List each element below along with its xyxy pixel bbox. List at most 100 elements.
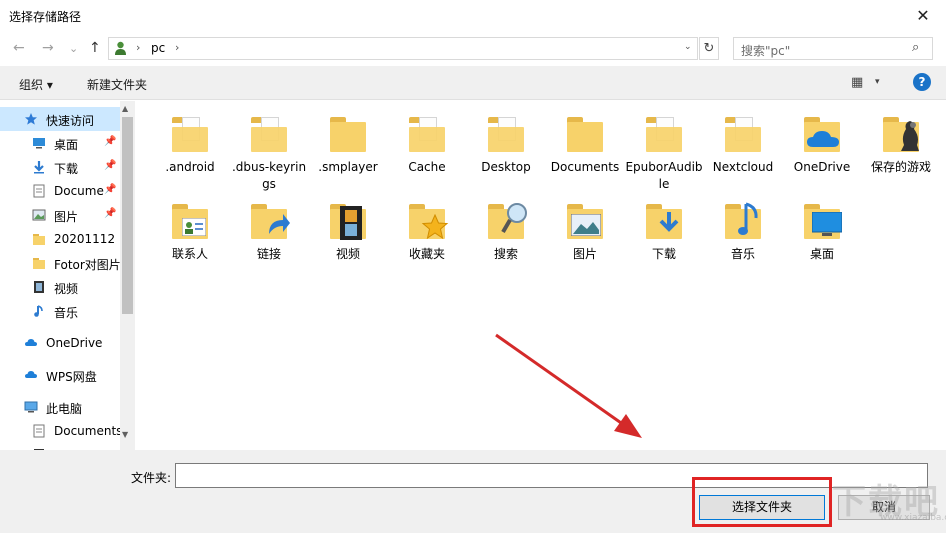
folder-icon (642, 111, 686, 157)
folder-icon (800, 111, 844, 157)
sidebar-item[interactable]: Docume 📌 (0, 179, 120, 203)
recent-locations-button[interactable]: ⌄ (69, 42, 78, 55)
folder-icon (484, 198, 528, 244)
document-icon (32, 184, 46, 198)
folder-icon (326, 111, 370, 157)
star-icon (24, 112, 38, 126)
sidebar-item[interactable]: 音乐 (0, 299, 120, 323)
folder-label: 搜索 (493, 247, 518, 261)
download-icon (32, 160, 46, 174)
sidebar-item-label: 音乐 (54, 306, 79, 320)
view-options-icon[interactable]: ▦ (851, 75, 863, 90)
folder-icon (247, 111, 291, 157)
folder-label: EpuborAudible (625, 160, 703, 191)
sidebar-item[interactable]: 图片 📌 (0, 203, 120, 227)
pin-icon: 📌 (104, 184, 117, 195)
breadcrumb-separator[interactable]: › (175, 41, 179, 54)
folder-label: Cache (408, 160, 446, 174)
folder-icon (326, 198, 370, 244)
folder-item[interactable]: Nextcloud (703, 111, 783, 176)
pin-icon: 📌 (104, 160, 117, 171)
up-button[interactable]: ↑ (89, 40, 101, 56)
sidebar-item-label: 图片 (54, 210, 79, 224)
sidebar-scroll-thumb[interactable] (122, 117, 133, 314)
sidebar-item[interactable]: 快速访问 (0, 107, 120, 131)
view-dropdown-icon[interactable]: ▾ (875, 77, 880, 87)
sidebar-item-label: Documents (54, 424, 123, 438)
search-input[interactable]: 搜索"pc" (741, 42, 790, 59)
sidebar-item[interactable]: 视频 (0, 443, 120, 450)
sidebar-item[interactable]: Fotor对图片 (0, 251, 121, 275)
sidebar-item[interactable]: Documents (0, 419, 123, 443)
close-button[interactable]: ✕ (903, 3, 943, 29)
cloud-icon (24, 368, 38, 382)
folder-label: 联系人 (171, 247, 208, 261)
folder-item[interactable]: 桌面 (782, 198, 862, 263)
folder-label: Documents (550, 160, 620, 174)
sidebar-item[interactable]: 下载 📌 (0, 155, 120, 179)
folder-icon (721, 111, 765, 157)
organize-menu[interactable]: 组织 ▾ (19, 76, 53, 93)
scroll-up-arrow[interactable]: ▲ (122, 104, 128, 113)
sidebar-item[interactable]: 视频 (0, 275, 120, 299)
folder-item[interactable]: OneDrive (782, 111, 862, 176)
sidebar-item[interactable]: OneDrive (0, 331, 120, 355)
user-folder-icon (115, 41, 126, 55)
watermark-url: www.xiazaiba.com (880, 513, 946, 523)
folder-item[interactable]: Cache (387, 111, 467, 176)
folder-item[interactable]: Desktop (466, 111, 546, 176)
folder-label: 收藏夹 (408, 247, 445, 261)
folder-item[interactable]: 音乐 (703, 198, 783, 263)
folder-item[interactable]: Documents (545, 111, 625, 176)
scroll-down-arrow[interactable]: ▼ (122, 430, 128, 439)
window-title: 选择存储路径 (9, 10, 82, 24)
back-button[interactable]: ← (13, 40, 25, 56)
new-folder-button[interactable]: 新建文件夹 (87, 76, 147, 93)
folder-item[interactable]: 图片 (545, 198, 625, 263)
sidebar-item-label: 此电脑 (46, 402, 83, 416)
folder-icon (484, 111, 528, 157)
sidebar-item-label: WPS网盘 (46, 370, 97, 384)
folder-item[interactable]: 搜索 (466, 198, 546, 263)
folder-label: 保存的游戏 (870, 160, 931, 174)
folder-item[interactable]: 联系人 (150, 198, 230, 263)
address-bar[interactable]: › pc › ⌄ (108, 37, 698, 60)
folder-label: 桌面 (809, 247, 834, 261)
folder-item[interactable]: 下载 (624, 198, 704, 263)
sidebar-item[interactable]: 此电脑 (0, 395, 120, 419)
sidebar-item[interactable]: WPS网盘 (0, 363, 120, 387)
forward-button[interactable]: → (42, 40, 54, 56)
address-dropdown-icon[interactable]: ⌄ (684, 42, 692, 52)
folder-item[interactable]: 收藏夹 (387, 198, 467, 263)
sidebar-item[interactable]: 桌面 📌 (0, 131, 120, 155)
refresh-button[interactable]: ↻ (699, 37, 719, 60)
sidebar-item[interactable]: 20201112 (0, 227, 120, 251)
sidebar-item-label: 桌面 (54, 138, 79, 152)
pc-icon (24, 400, 38, 414)
title-bar: 选择存储路径 ✕ (0, 0, 946, 31)
folder-label: Desktop (481, 160, 531, 174)
sidebar-item-label: Docume (54, 184, 104, 198)
folder-item[interactable]: .smplayer (308, 111, 388, 176)
folder-label: OneDrive (793, 160, 851, 174)
command-toolbar: 组织 ▾ 新建文件夹 ▦ ▾ ? (0, 66, 946, 100)
sidebar-item-label: Fotor对图片 (54, 258, 121, 272)
folder-item[interactable]: 链接 (229, 198, 309, 263)
breadcrumb-pc[interactable]: pc (151, 41, 165, 55)
folder-icon (405, 198, 449, 244)
folder-icon (642, 198, 686, 244)
folder-item[interactable]: 视频 (308, 198, 388, 263)
search-icon[interactable]: ⌕ (912, 40, 919, 55)
folder-item[interactable]: EpuborAudible (624, 111, 704, 193)
help-button[interactable]: ? (913, 73, 931, 91)
folder-item[interactable]: .dbus-keyrings (229, 111, 309, 193)
folder-field-label: 文件夹: (131, 471, 172, 485)
folder-item[interactable]: .android (150, 111, 230, 176)
breadcrumb-separator: › (136, 41, 141, 54)
search-box[interactable]: 搜索"pc" ⌕ (733, 37, 933, 60)
sidebar-item-label: 快速访问 (46, 114, 95, 128)
folder-icon (800, 198, 844, 244)
folder-icon (247, 198, 291, 244)
folder-item[interactable]: 保存的游戏 (861, 111, 941, 176)
pictures-icon (32, 208, 46, 222)
